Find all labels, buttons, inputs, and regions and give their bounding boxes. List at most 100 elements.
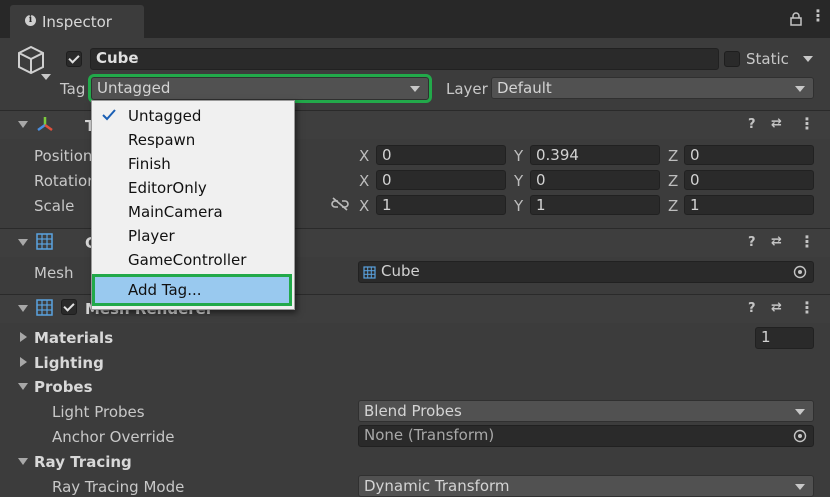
tag-dropdown-value: Untagged bbox=[97, 79, 171, 97]
light-probes-dropdown[interactable]: Blend Probes bbox=[358, 400, 814, 422]
menu-item-gamecontroller[interactable]: GameController bbox=[92, 248, 292, 272]
rotation-x-label: X bbox=[359, 172, 370, 190]
constrain-proportions-icon[interactable] bbox=[331, 197, 349, 215]
ray-tracing-mode-label: Ray Tracing Mode bbox=[52, 478, 185, 496]
scale-z-label: Z bbox=[668, 197, 679, 215]
rotation-x-field[interactable]: 0 bbox=[376, 170, 506, 190]
menu-item-label: GameController bbox=[128, 251, 247, 269]
foldout-arrow-icon[interactable] bbox=[18, 305, 28, 312]
window-menu-icon[interactable]: ⋮ bbox=[810, 8, 826, 24]
rotation-y-field[interactable]: 0 bbox=[530, 170, 660, 190]
materials-count-field[interactable]: 1 bbox=[755, 327, 814, 349]
rotation-y-label: Y bbox=[514, 172, 524, 190]
menu-item-label: Add Tag... bbox=[128, 281, 202, 299]
menu-item-label: Finish bbox=[128, 155, 171, 173]
menu-item-label: Respawn bbox=[128, 131, 196, 149]
component-menu-icon[interactable]: ⋮ bbox=[799, 234, 815, 250]
foldout-arrow-icon[interactable] bbox=[20, 357, 27, 367]
menu-divider bbox=[92, 274, 292, 275]
lighting-label[interactable]: Lighting bbox=[34, 354, 104, 372]
menu-item-label: MainCamera bbox=[128, 203, 223, 221]
chevron-down-icon bbox=[795, 484, 805, 490]
foldout-arrow-icon[interactable] bbox=[18, 458, 28, 465]
mesh-grid-icon bbox=[363, 265, 376, 284]
component-menu-icon[interactable]: ⋮ bbox=[799, 300, 815, 316]
ray-tracing-label[interactable]: Ray Tracing bbox=[34, 453, 132, 471]
help-icon[interactable]: ? bbox=[748, 117, 756, 132]
light-probes-label: Light Probes bbox=[52, 403, 145, 421]
materials-label[interactable]: Materials bbox=[34, 329, 113, 347]
light-probes-value: Blend Probes bbox=[364, 402, 462, 420]
tag-dropdown-menu: Untagged Respawn Finish EditorOnly MainC… bbox=[91, 100, 295, 310]
foldout-arrow-icon[interactable] bbox=[18, 383, 28, 390]
tab-inspector-label: Inspector bbox=[42, 13, 112, 31]
static-label: Static bbox=[746, 50, 789, 68]
menu-item-label: EditorOnly bbox=[128, 179, 207, 197]
layer-dropdown-value: Default bbox=[497, 79, 552, 97]
scale-y-label: Y bbox=[514, 197, 524, 215]
presets-icon[interactable]: ⇄ bbox=[771, 300, 782, 315]
layer-dropdown[interactable]: Default bbox=[491, 77, 814, 99]
menu-item-label: Player bbox=[128, 227, 175, 245]
chevron-down-icon bbox=[795, 409, 805, 415]
menu-item-add-tag[interactable]: Add Tag... bbox=[92, 274, 292, 306]
menu-item-maincamera[interactable]: MainCamera bbox=[92, 200, 292, 224]
menu-item-player[interactable]: Player bbox=[92, 224, 292, 248]
mesh-object-field[interactable]: Cube bbox=[358, 261, 814, 283]
rotation-z-label: Z bbox=[668, 172, 679, 190]
tag-label: Tag bbox=[60, 80, 86, 98]
foldout-arrow-icon[interactable] bbox=[18, 121, 28, 128]
anchor-override-field[interactable]: None (Transform) bbox=[358, 425, 814, 447]
rotation-label: Rotation bbox=[34, 172, 97, 190]
anchor-override-value: None (Transform) bbox=[364, 426, 495, 444]
object-picker-icon[interactable] bbox=[793, 429, 807, 448]
position-z-label: Z bbox=[668, 147, 679, 165]
help-icon[interactable]: ? bbox=[748, 301, 756, 316]
menu-item-respawn[interactable]: Respawn bbox=[92, 128, 292, 152]
icon-dropdown-icon[interactable] bbox=[41, 74, 51, 80]
scale-x-field[interactable]: 1 bbox=[376, 195, 506, 215]
mesh-label: Mesh bbox=[34, 264, 74, 282]
anchor-override-label: Anchor Override bbox=[52, 428, 175, 446]
foldout-arrow-icon[interactable] bbox=[18, 239, 28, 246]
component-menu-icon[interactable]: ⋮ bbox=[799, 116, 815, 132]
object-name-field[interactable]: Cube bbox=[90, 48, 719, 70]
scale-z-field[interactable]: 1 bbox=[684, 195, 814, 215]
menu-item-untagged[interactable]: Untagged bbox=[92, 104, 292, 128]
static-checkbox[interactable] bbox=[724, 51, 740, 67]
static-dropdown-icon[interactable] bbox=[803, 56, 813, 62]
transform-icon bbox=[35, 115, 55, 139]
chevron-down-icon bbox=[410, 86, 420, 92]
object-picker-icon[interactable] bbox=[793, 265, 807, 284]
rotation-z-field[interactable]: 0 bbox=[684, 170, 814, 190]
scale-label: Scale bbox=[34, 197, 75, 215]
position-x-field[interactable]: 0 bbox=[376, 145, 506, 165]
mesh-value: Cube bbox=[381, 262, 420, 280]
position-z-field[interactable]: 0 bbox=[684, 145, 814, 165]
position-x-label: X bbox=[359, 147, 370, 165]
mesh-renderer-icon bbox=[36, 299, 53, 320]
chevron-down-icon bbox=[795, 86, 805, 92]
menu-item-editoronly[interactable]: EditorOnly bbox=[92, 176, 292, 200]
position-y-field[interactable]: 0.394 bbox=[530, 145, 660, 165]
ray-tracing-mode-dropdown[interactable]: Dynamic Transform bbox=[358, 475, 814, 497]
presets-icon[interactable]: ⇄ bbox=[771, 116, 782, 131]
scale-x-label: X bbox=[359, 197, 370, 215]
help-icon[interactable]: ? bbox=[748, 235, 756, 250]
scale-y-field[interactable]: 1 bbox=[530, 195, 660, 215]
position-y-label: Y bbox=[514, 147, 524, 165]
lock-icon[interactable] bbox=[790, 12, 802, 30]
probes-label[interactable]: Probes bbox=[34, 378, 93, 396]
mesh-renderer-enabled-checkbox[interactable] bbox=[61, 299, 77, 315]
foldout-arrow-icon[interactable] bbox=[20, 332, 27, 342]
mesh-grid-icon bbox=[36, 233, 53, 254]
presets-icon[interactable]: ⇄ bbox=[771, 234, 782, 249]
ray-tracing-mode-value: Dynamic Transform bbox=[364, 477, 510, 495]
active-checkbox[interactable] bbox=[66, 51, 82, 67]
info-icon: i bbox=[25, 15, 36, 26]
layer-label: Layer bbox=[446, 80, 488, 98]
menu-item-finish[interactable]: Finish bbox=[92, 152, 292, 176]
tag-dropdown[interactable]: Untagged bbox=[88, 74, 432, 103]
menu-item-label: Untagged bbox=[128, 107, 202, 125]
position-label: Position bbox=[34, 147, 93, 165]
